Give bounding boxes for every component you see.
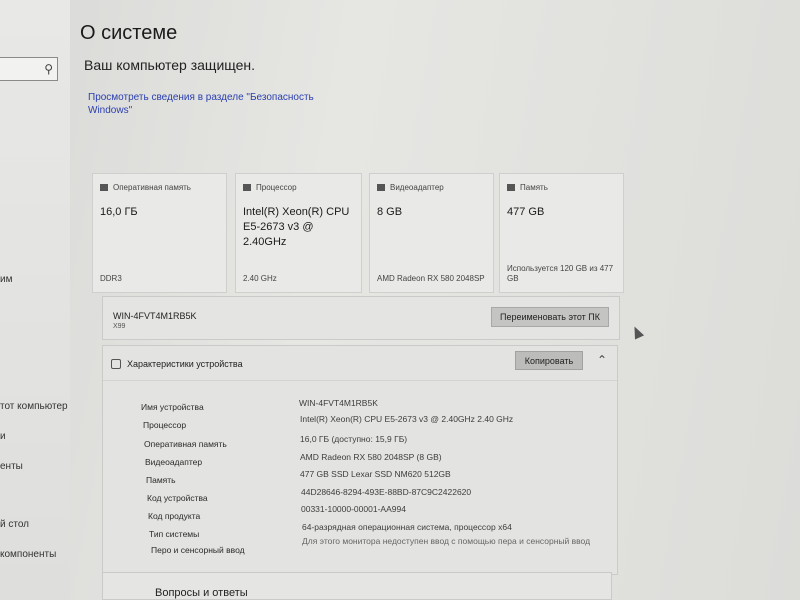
spec-label: Перо и сенсорный ввод <box>151 545 245 555</box>
faq-title: Вопросы и ответы <box>155 587 248 599</box>
search-icon[interactable]: ⚲ <box>44 62 53 76</box>
spec-value: WIN-4FVT4M1RB5K <box>299 398 378 408</box>
search-input[interactable]: ⚲ <box>0 57 58 81</box>
sidebar-item[interactable]: енты <box>0 461 23 472</box>
ram-icon <box>100 184 108 192</box>
spec-value: 16,0 ГБ (доступно: 15,9 ГБ) <box>300 434 408 444</box>
card-value: Intel(R) Xeon(R) CPU E5-2673 v3 @ 2.40GH… <box>243 206 350 248</box>
card-title: Оперативная память <box>113 183 191 192</box>
spec-label: Имя устройства <box>141 402 204 412</box>
spec-value: AMD Radeon RX 580 2048SP (8 GB) <box>300 452 442 462</box>
gpu-card: Видеоадаптер 8 GB AMD Radeon RX 580 2048… <box>369 173 494 293</box>
spec-value: 64-разрядная операционная система, проце… <box>302 522 512 532</box>
spec-label: Код устройства <box>147 493 208 503</box>
ram-card: Оперативная память 16,0 ГБ DDR3 <box>92 173 227 293</box>
specs-title: Характеристики устройства <box>127 359 243 369</box>
card-footer: 2.40 GHz <box>243 274 277 283</box>
spec-value: 00331-10000-00001-AA994 <box>301 504 406 514</box>
sidebar-item[interactable]: й стол <box>0 519 29 530</box>
sidebar-item[interactable]: им <box>0 274 12 285</box>
mouse-cursor-icon <box>629 324 645 340</box>
card-footer: AMD Radeon RX 580 2048SP <box>377 274 485 283</box>
page-title: О системе <box>80 22 178 44</box>
copy-button[interactable]: Копировать <box>515 351 583 370</box>
card-value: 16,0 ГБ <box>100 206 138 218</box>
storage-card: Память 477 GB Используется 120 GB из 477… <box>499 173 624 293</box>
spec-value: 477 GB SSD Lexar SSD NM620 512GB <box>300 469 451 479</box>
cpu-icon <box>243 184 251 192</box>
spec-value: Для этого монитора недоступен ввод с пом… <box>302 536 591 546</box>
sidebar-item[interactable]: тот компьютер <box>0 401 68 412</box>
spec-label: Видеоадаптер <box>145 457 203 467</box>
sidebar-item[interactable]: компоненты <box>0 549 56 560</box>
storage-icon <box>507 184 515 192</box>
card-value: 477 GB <box>507 206 545 218</box>
card-value: 8 GB <box>377 206 403 218</box>
spec-value: 44D28646-8294-493E-88BD-87C9C2422620 <box>301 487 472 497</box>
card-title: Память <box>520 183 548 192</box>
spec-value: Intel(R) Xeon(R) CPU E5-2673 v3 @ 2.40GH… <box>300 414 514 424</box>
rename-pc-button[interactable]: Переименовать этот ПК <box>491 307 609 327</box>
device-model: X99 <box>113 323 126 330</box>
card-title: Процессор <box>256 183 297 192</box>
spec-label: Оперативная память <box>144 439 227 449</box>
specs-header[interactable]: Характеристики устройства Копировать ⌃ <box>103 346 617 381</box>
sidebar-item[interactable]: и <box>0 431 6 442</box>
faq-section[interactable]: Вопросы и ответы <box>102 572 612 600</box>
sidebar: ⚲ им тот компьютер и енты й стол компоне… <box>0 0 70 600</box>
device-name-bar: WIN-4FVT4M1RB5K X99 Переименовать этот П… <box>102 296 620 340</box>
card-footer: DDR3 <box>100 274 122 283</box>
device-specs-icon <box>111 359 121 369</box>
spec-label: Тип системы <box>149 529 200 539</box>
device-specs-section: Характеристики устройства Копировать ⌃ И… <box>102 345 618 575</box>
card-footer: Используется 120 GB из 477 GB <box>507 264 614 283</box>
spec-label: Код продукта <box>148 511 201 521</box>
protection-status: Ваш компьютер защищен. <box>84 57 256 73</box>
spec-label: Процессор <box>143 420 187 430</box>
card-title: Видеоадаптер <box>390 183 444 192</box>
cpu-card: Процессор Intel(R) Xeon(R) CPU E5-2673 v… <box>235 173 362 293</box>
chevron-up-icon[interactable]: ⌃ <box>597 353 607 367</box>
security-details-link[interactable]: Просмотреть сведения в разделе "Безопасн… <box>88 91 328 117</box>
device-name: WIN-4FVT4M1RB5K <box>113 311 197 321</box>
gpu-icon <box>377 184 385 192</box>
spec-label: Память <box>146 475 176 485</box>
